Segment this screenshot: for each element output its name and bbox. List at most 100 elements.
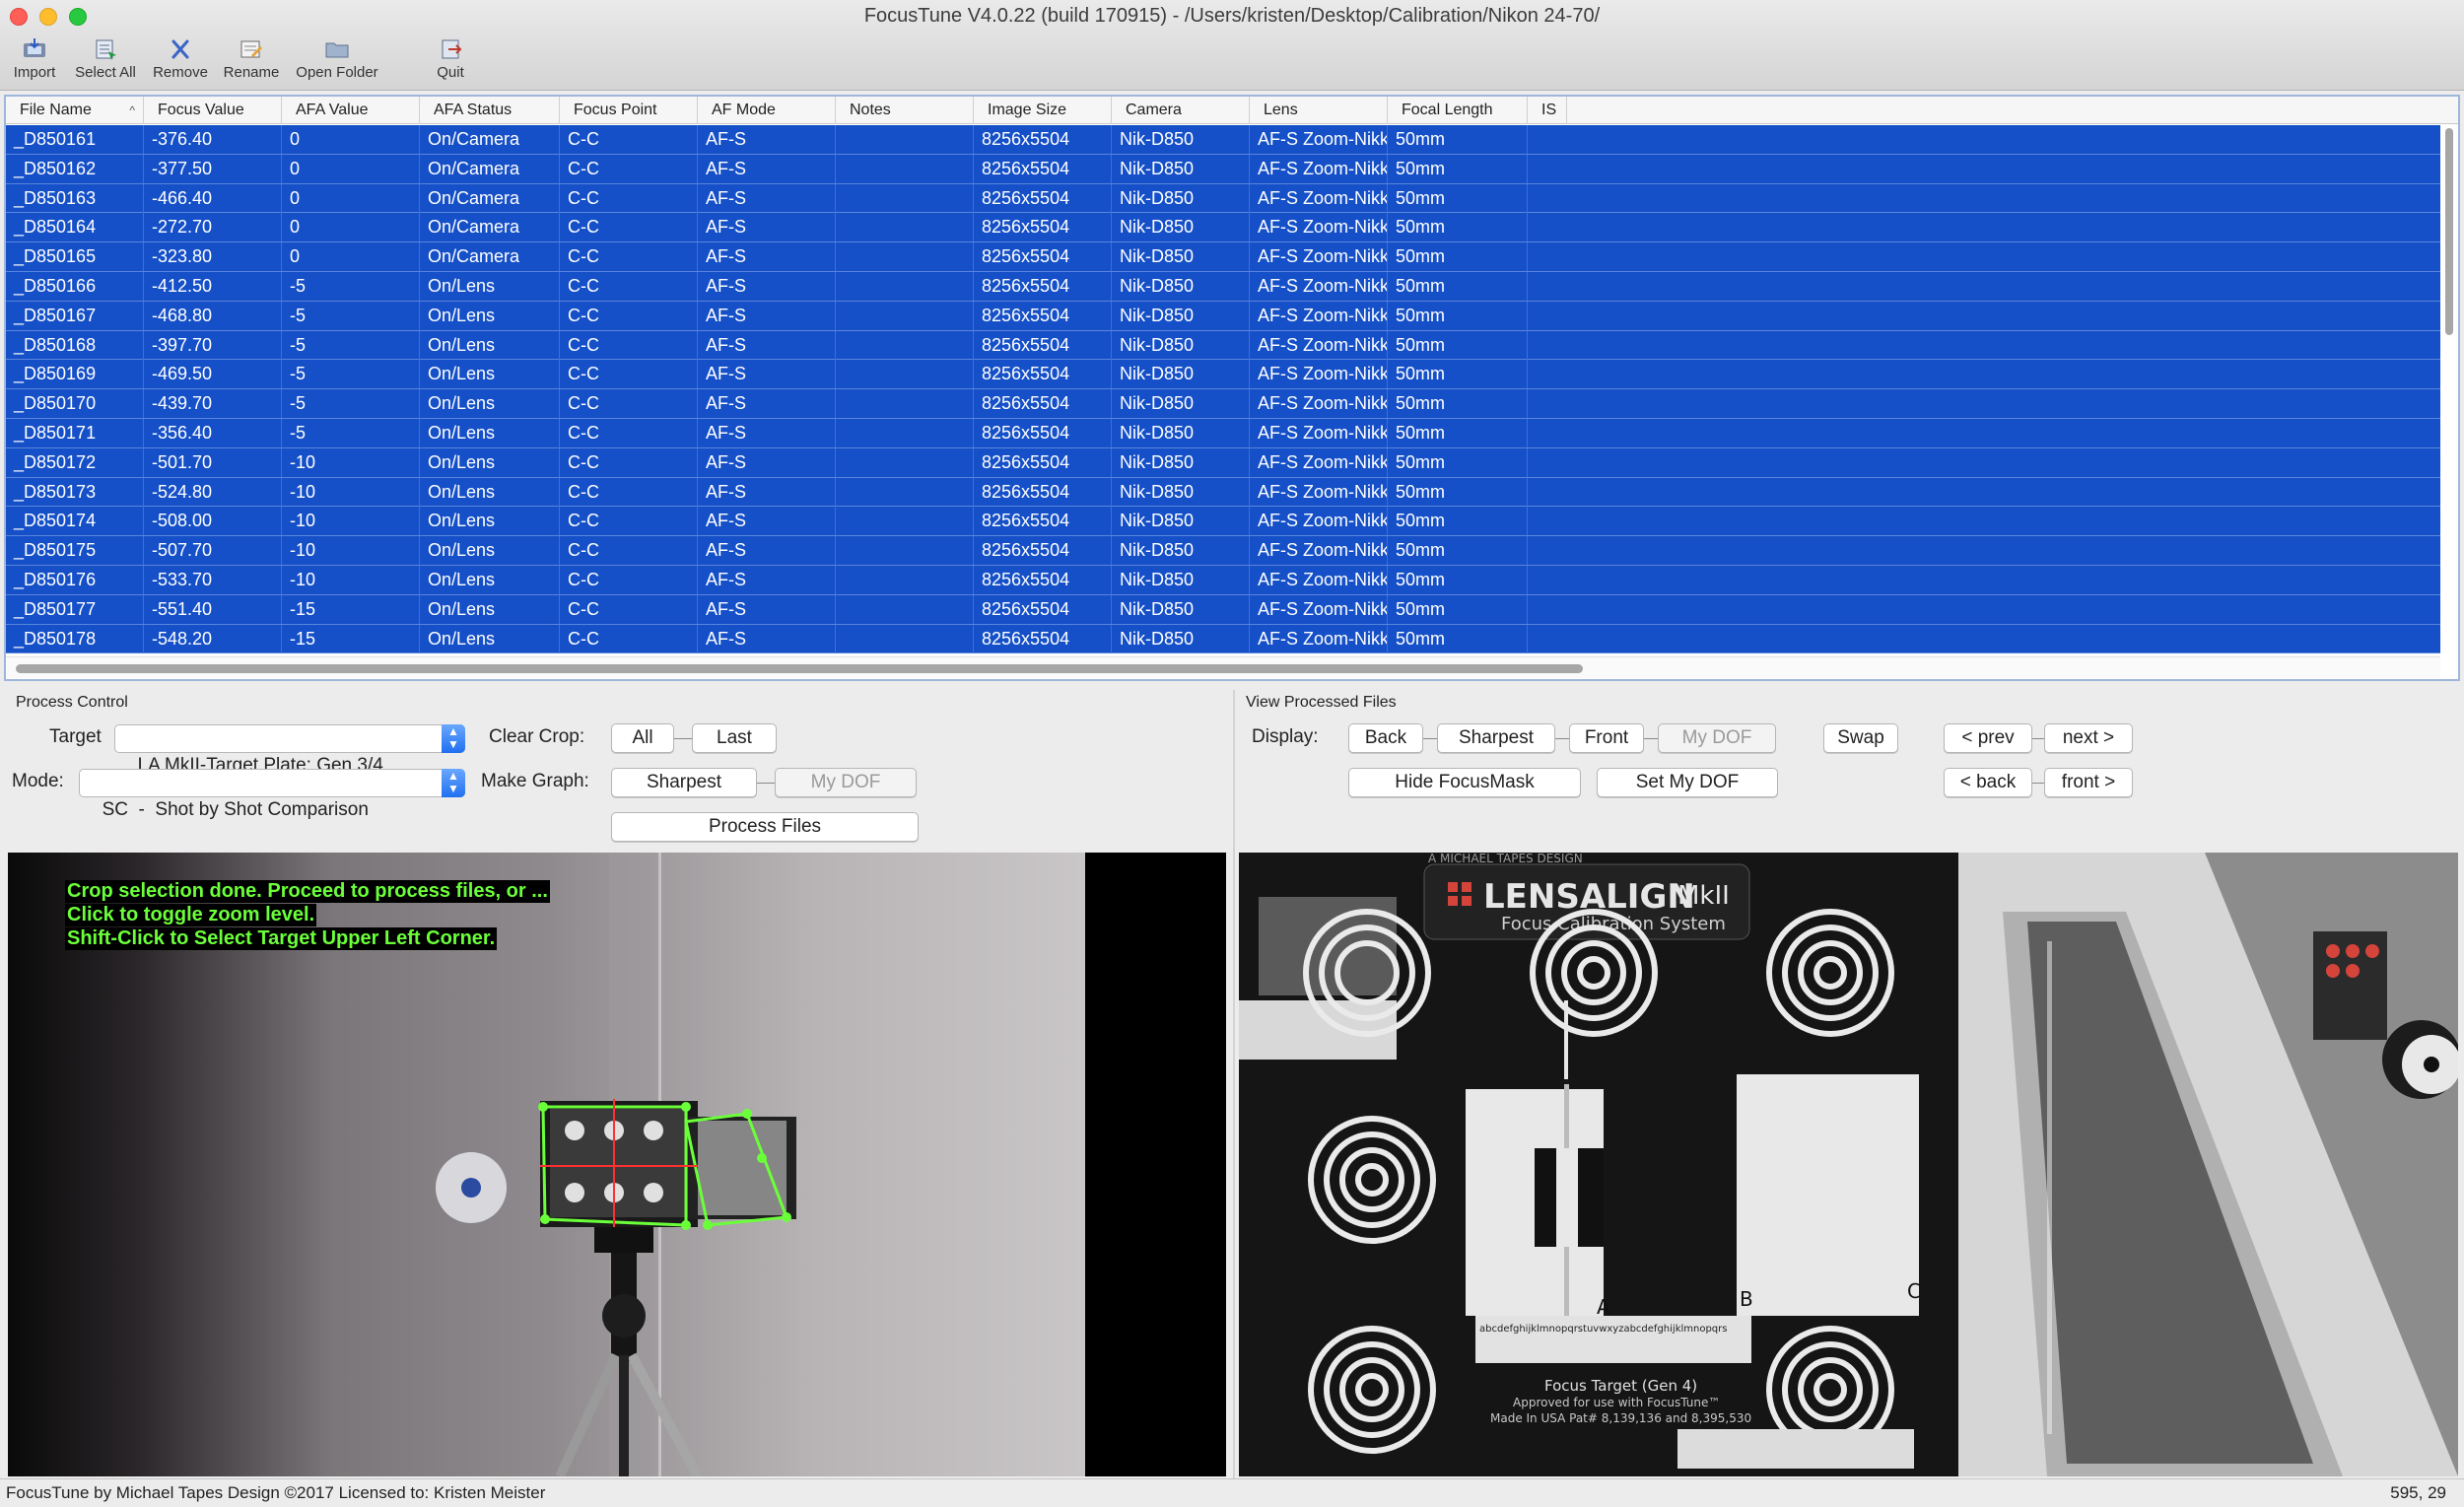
table-cell: AF-S Zoom-Nikkor 24-...	[1250, 183, 1388, 213]
select-all-label: Select All	[75, 64, 136, 81]
graph-sharpest-button[interactable]: Sharpest	[611, 768, 757, 797]
column-header[interactable]: Lens	[1250, 97, 1388, 124]
crop-image-view[interactable]: Crop selection done. Proceed to process …	[8, 853, 1226, 1476]
target-label: Target	[49, 726, 102, 747]
quit-button[interactable]: Quit	[426, 37, 475, 85]
horizontal-scrollbar[interactable]	[6, 656, 2440, 678]
display-front-button[interactable]: Front	[1569, 723, 1644, 753]
table-row[interactable]: _D850173 -524.80 -10 On/Lens C-C AF-S 8256x550…	[6, 477, 2440, 508]
hide-focusmask-button[interactable]: Hide FocusMask	[1348, 768, 1581, 797]
table-cell: 8256x5504	[974, 301, 1112, 330]
column-header[interactable]: Focus Value	[144, 97, 282, 124]
table-row[interactable]: _D850167 -468.80 -5 On/Lens C-C AF-S 8256x5504…	[6, 301, 2440, 331]
column-header[interactable]: Notes	[836, 97, 974, 124]
column-header[interactable]: AFA Status	[420, 97, 560, 124]
table-cell: C-C	[560, 242, 698, 272]
clear-crop-all-button[interactable]: All	[611, 723, 674, 753]
target-select-stepper-icon[interactable]: ▲ ▼	[442, 724, 465, 753]
table-row[interactable]: _D850174 -508.00 -10 On/Lens C-C AF-S 8256x550…	[6, 507, 2440, 537]
table-cell: 8256x5504	[974, 447, 1112, 477]
table-cell: 50mm	[1388, 447, 1528, 477]
file-table[interactable]: File Name ^ Focus Value AFA Value AFA Status…	[4, 95, 2460, 681]
display-my-dof-button[interactable]: My DOF	[1658, 723, 1776, 753]
process-files-button[interactable]: Process Files	[611, 812, 919, 842]
table-cell: On/Lens	[420, 565, 560, 594]
table-row[interactable]: _D850171 -356.40 -5 On/Lens C-C AF-S 8256x5504…	[6, 418, 2440, 448]
column-header[interactable]: Focus Point	[560, 97, 698, 124]
table-cell: AF-S Zoom-Nikkor 24-...	[1250, 565, 1388, 594]
front-nav-button[interactable]: front >	[2044, 768, 2133, 797]
column-header[interactable]: Camera	[1112, 97, 1250, 124]
table-cell: 8256x5504	[974, 418, 1112, 447]
table-cell: AF-S Zoom-Nikkor 24-...	[1250, 389, 1388, 419]
table-cell: AF-S Zoom-Nikkor 24-...	[1250, 447, 1388, 477]
table-cell: Nik-D850	[1112, 447, 1250, 477]
table-cell: -412.50	[144, 271, 282, 301]
table-cell: -5	[282, 418, 420, 447]
display-back-button[interactable]: Back	[1348, 723, 1423, 753]
swap-button[interactable]: Swap	[1823, 723, 1898, 753]
panel-divider[interactable]	[1233, 690, 1235, 1478]
table-row[interactable]: _D850168 -397.70 -5 On/Lens C-C AF-S 8256x5504…	[6, 330, 2440, 361]
prev-button[interactable]: < prev	[1944, 723, 2032, 753]
column-header[interactable]: Image Size	[974, 97, 1112, 124]
table-cell	[836, 360, 974, 389]
import-label: Import	[13, 64, 56, 81]
clear-crop-last-button[interactable]: Last	[692, 723, 777, 753]
mode-select[interactable]: SC - Shot by Shot Comparison ▲ ▼	[79, 769, 465, 820]
column-header[interactable]: IS	[1528, 97, 1567, 124]
column-header-label: AFA Value	[296, 102, 369, 118]
table-row[interactable]: _D850162 -377.50 0 On/Camera C-C AF-S 8256x550…	[6, 154, 2440, 184]
open-folder-button[interactable]: Open Folder	[290, 37, 384, 85]
table-body[interactable]: _D850161 -376.40 0 On/Camera C-C AF-S 8256x550…	[6, 125, 2440, 654]
target-select[interactable]: LA MkII-Target Plate: Gen 3/4 ▲ ▼	[114, 724, 465, 776]
table-row[interactable]: _D850164 -272.70 0 On/Camera C-C AF-S 8256x550…	[6, 213, 2440, 243]
import-button[interactable]: Import	[8, 37, 61, 85]
button-connector	[1423, 738, 1437, 739]
table-cell	[836, 271, 974, 301]
make-graph-label: Make Graph:	[481, 771, 589, 791]
select-all-button[interactable]: Select All	[67, 37, 144, 85]
table-cell: C-C	[560, 565, 698, 594]
table-cell: 8256x5504	[974, 213, 1112, 242]
set-my-dof-button[interactable]: Set My DOF	[1597, 768, 1778, 797]
rename-button[interactable]: Rename	[219, 37, 284, 85]
table-row[interactable]: _D850170 -439.70 -5 On/Lens C-C AF-S 8256x5504…	[6, 389, 2440, 419]
next-button[interactable]: next >	[2044, 723, 2133, 753]
approved-text: Approved for use with FocusTune™	[1513, 1396, 1720, 1409]
table-cell: On/Lens	[420, 507, 560, 536]
column-header[interactable]: AFA Value	[282, 97, 420, 124]
table-row[interactable]: _D850169 -469.50 -5 On/Lens C-C AF-S 8256x5504…	[6, 360, 2440, 390]
table-row[interactable]: _D850178 -548.20 -15 On/Lens C-C AF-S 8256x550…	[6, 624, 2440, 654]
table-cell	[836, 389, 974, 419]
horizontal-scroll-thumb[interactable]	[16, 664, 1583, 673]
table-cell: C-C	[560, 183, 698, 213]
table-row[interactable]: _D850163 -466.40 0 On/Camera C-C AF-S 8256x550…	[6, 183, 2440, 214]
table-row[interactable]: _D850172 -501.70 -10 On/Lens C-C AF-S 8256x550…	[6, 447, 2440, 478]
column-header[interactable]: File Name ^	[6, 97, 144, 124]
vertical-scroll-thumb[interactable]	[2445, 128, 2453, 335]
table-row[interactable]: _D850166 -412.50 -5 On/Lens C-C AF-S 8256x5504…	[6, 271, 2440, 302]
remove-button[interactable]: Remove	[148, 37, 213, 85]
table-cell: On/Lens	[420, 624, 560, 653]
vertical-scrollbar[interactable]	[2442, 126, 2456, 619]
table-row[interactable]: _D850161 -376.40 0 On/Camera C-C AF-S 8256x550…	[6, 125, 2440, 155]
sort-ascending-icon[interactable]: ^	[129, 97, 135, 124]
table-cell: On/Camera	[420, 183, 560, 213]
display-sharpest-button[interactable]: Sharpest	[1437, 723, 1555, 753]
table-cell: On/Lens	[420, 330, 560, 360]
column-header[interactable]: Focal Length	[1388, 97, 1528, 124]
back-nav-button[interactable]: < back	[1944, 768, 2032, 797]
table-row[interactable]: _D850176 -533.70 -10 On/Lens C-C AF-S 8256x550…	[6, 565, 2440, 595]
table-cell: AF-S Zoom-Nikkor 24-...	[1250, 242, 1388, 272]
table-row[interactable]: _D850165 -323.80 0 On/Camera C-C AF-S 8256x550…	[6, 242, 2440, 272]
column-header[interactable]: AF Mode	[698, 97, 836, 124]
processed-image-view[interactable]: LENSALIGN MkII Focus Calibration System …	[1239, 853, 2458, 1476]
table-cell: 50mm	[1388, 477, 1528, 507]
graph-my-dof-button[interactable]: My DOF	[775, 768, 917, 797]
mode-select-stepper-icon[interactable]: ▲ ▼	[442, 769, 465, 797]
table-cell: On/Lens	[420, 418, 560, 447]
button-connector	[757, 783, 775, 784]
table-row[interactable]: _D850177 -551.40 -15 On/Lens C-C AF-S 8256x550…	[6, 594, 2440, 625]
table-row[interactable]: _D850175 -507.70 -10 On/Lens C-C AF-S 8256x550…	[6, 536, 2440, 566]
